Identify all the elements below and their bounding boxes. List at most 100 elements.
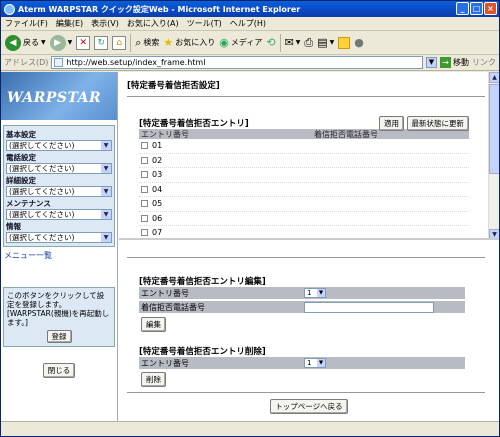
menu-edit[interactable]: 編集(E) <box>56 18 83 29</box>
go-button[interactable]: → 移動 <box>440 57 469 68</box>
history-button[interactable]: ⟲ <box>266 36 275 49</box>
refresh-icon[interactable]: ↻ <box>94 35 109 50</box>
ie-logo-icon <box>4 3 15 15</box>
go-arrow-icon: → <box>440 57 451 68</box>
table-row[interactable]: 05 <box>139 197 469 212</box>
col-entry-number: エントリ番号 <box>141 129 189 139</box>
forward-button[interactable]: ▶ ▼ <box>49 34 72 51</box>
menu-help[interactable]: ヘルプ(H) <box>230 18 266 29</box>
menu-bar: ファイル(F) 編集(E) 表示(V) お気に入り(A) ツール(T) ヘルプ(… <box>1 17 499 31</box>
browser-window: Aterm WARPSTAR クイック設定Web - Microsoft Int… <box>0 0 500 437</box>
stop-icon[interactable]: ✕ <box>76 35 91 50</box>
group-label-maintenance: メンテナンス <box>6 199 51 208</box>
select-advanced-value: (選択してください) <box>9 187 75 196</box>
row-checkbox[interactable] <box>141 229 148 237</box>
row-checkbox[interactable] <box>141 185 148 193</box>
close-window-button[interactable]: × <box>484 2 497 15</box>
select-basic[interactable]: (選択してください) ▼ <box>6 140 112 151</box>
close-button[interactable]: 閉じる <box>42 363 76 378</box>
select-info[interactable]: (選択してください) ▼ <box>6 232 112 243</box>
toolbar: ◀ 戻る ▼ ▶ ▼ ✕ ↻ ⌂ ⌕ 検索 ★ お気に入り ◉ メディア ⟲ ✉ ▼ ⎙ ▤ ▼… <box>1 31 499 55</box>
delete-entry-select[interactable]: 1 ▼ <box>304 358 326 368</box>
media-button[interactable]: ◉ メディア <box>219 36 262 49</box>
print-button[interactable]: ⎙ <box>304 36 313 50</box>
row-checkbox[interactable] <box>141 214 148 222</box>
print-icon: ⎙ <box>304 35 314 49</box>
group-label-basic: 基本設定 <box>6 130 36 139</box>
address-input[interactable]: http://web.setup/index_frame.html <box>51 56 423 69</box>
messenger-button[interactable]: ● <box>354 36 364 49</box>
select-advanced[interactable]: (選択してください) ▼ <box>6 186 112 197</box>
chevron-down-icon: ▼ <box>101 164 111 173</box>
scroll-down-icon[interactable]: ▼ <box>489 229 499 238</box>
search-label: 検索 <box>143 38 160 47</box>
page-title: [特定番号着信拒否設定] <box>127 81 220 91</box>
chevron-down-icon: ▼ <box>101 210 111 219</box>
edit-icon: ▤ <box>317 36 328 49</box>
maximize-button[interactable]: □ <box>470 2 483 15</box>
entry-list-frame: [特定番号着信拒否設定] [特定番号着信拒否エントリ] 適用 最新状態に更新 エ… <box>119 72 499 240</box>
select-maintenance-value: (選択してください) <box>9 210 75 219</box>
vertical-scrollbar[interactable]: ▲ ▼ <box>488 72 499 238</box>
minimize-button[interactable]: _ <box>456 2 469 15</box>
table-row[interactable]: 06 <box>139 212 469 226</box>
row-number: 03 <box>152 170 163 180</box>
links-button[interactable]: リンク <box>472 57 496 68</box>
edit-button[interactable]: 編集 <box>141 317 166 332</box>
back-to-top-button[interactable]: トップページへ戻る <box>270 399 348 414</box>
home-icon[interactable]: ⌂ <box>112 35 127 50</box>
edit-entry-row: エントリ番号 1 ▼ <box>139 287 465 299</box>
menu-file[interactable]: ファイル(F) <box>5 18 48 29</box>
edit-entry-value: 1 <box>307 289 312 297</box>
delete-button[interactable]: 削除 <box>141 372 166 387</box>
row-number: 04 <box>152 184 163 194</box>
group-label-advanced: 詳細設定 <box>6 176 36 185</box>
warpstar-logo: WARPSTAR <box>1 72 117 120</box>
media-icon: ◉ <box>219 36 229 49</box>
apply-button[interactable]: 適用 <box>378 115 404 131</box>
row-checkbox[interactable] <box>141 200 148 208</box>
menu-list-link[interactable]: メニュー一覧 <box>1 250 117 261</box>
main-frame: [特定番号着信拒否設定] [特定番号着信拒否エントリ] 適用 最新状態に更新 エ… <box>119 72 499 421</box>
status-bar <box>1 421 499 436</box>
menu-favorites[interactable]: お気に入り(A) <box>127 18 179 29</box>
address-dropdown[interactable]: ▼ <box>426 57 437 68</box>
search-icon: ⌕ <box>135 35 142 49</box>
edit-phone-label: 着信拒否電話番号 <box>141 302 205 312</box>
table-row[interactable]: 03 <box>139 168 469 183</box>
notes-button[interactable] <box>338 36 351 49</box>
select-phone[interactable]: (選択してください) ▼ <box>6 163 112 174</box>
register-info-box: このボタンをクリックして設定を登録します。[WARPSTAR(親機)を再起動しま… <box>3 287 115 347</box>
edit-button[interactable]: ▤ ▼ <box>317 36 334 49</box>
register-info-text: このボタンをクリックして設定を登録します。[WARPSTAR(親機)を再起動しま… <box>7 291 110 327</box>
table-row[interactable]: 04 <box>139 183 469 197</box>
mail-button[interactable]: ✉ ▼ <box>285 36 301 49</box>
menu-tools[interactable]: ツール(T) <box>187 18 222 29</box>
page-icon <box>54 58 64 67</box>
refresh-status-button[interactable]: 最新状態に更新 <box>406 115 469 131</box>
select-maintenance[interactable]: (選択してください) ▼ <box>6 209 112 220</box>
favorites-button[interactable]: ★ お気に入り <box>163 36 215 49</box>
media-label: メディア <box>230 38 263 47</box>
delete-section-title: [特定番号着信拒否エントリ削除] <box>139 347 266 357</box>
row-checkbox[interactable] <box>141 156 148 164</box>
favorites-label: お気に入り <box>175 38 216 47</box>
scroll-up-icon[interactable]: ▲ <box>489 72 499 83</box>
history-icon: ⟲ <box>266 36 276 49</box>
mail-icon: ✉ <box>284 36 294 49</box>
register-button[interactable]: 登録 <box>46 330 72 343</box>
scroll-thumb[interactable] <box>489 84 499 174</box>
edit-entry-select[interactable]: 1 ▼ <box>304 288 326 298</box>
select-phone-value: (選択してください) <box>9 164 75 173</box>
table-row[interactable]: 01 <box>139 139 469 154</box>
row-checkbox[interactable] <box>141 171 148 179</box>
table-row[interactable]: 07 <box>139 226 469 238</box>
row-checkbox[interactable] <box>141 142 148 150</box>
back-button[interactable]: ◀ 戻る ▼ <box>5 34 46 51</box>
forward-arrow-icon: ▶ <box>49 34 66 51</box>
search-button[interactable]: ⌕ 検索 <box>135 36 159 50</box>
table-row[interactable]: 02 <box>139 154 469 168</box>
blocked-phone-input[interactable] <box>304 301 434 313</box>
menu-view[interactable]: 表示(V) <box>91 18 119 29</box>
col-blocked-phone: 着信拒否電話番号 <box>314 129 378 139</box>
